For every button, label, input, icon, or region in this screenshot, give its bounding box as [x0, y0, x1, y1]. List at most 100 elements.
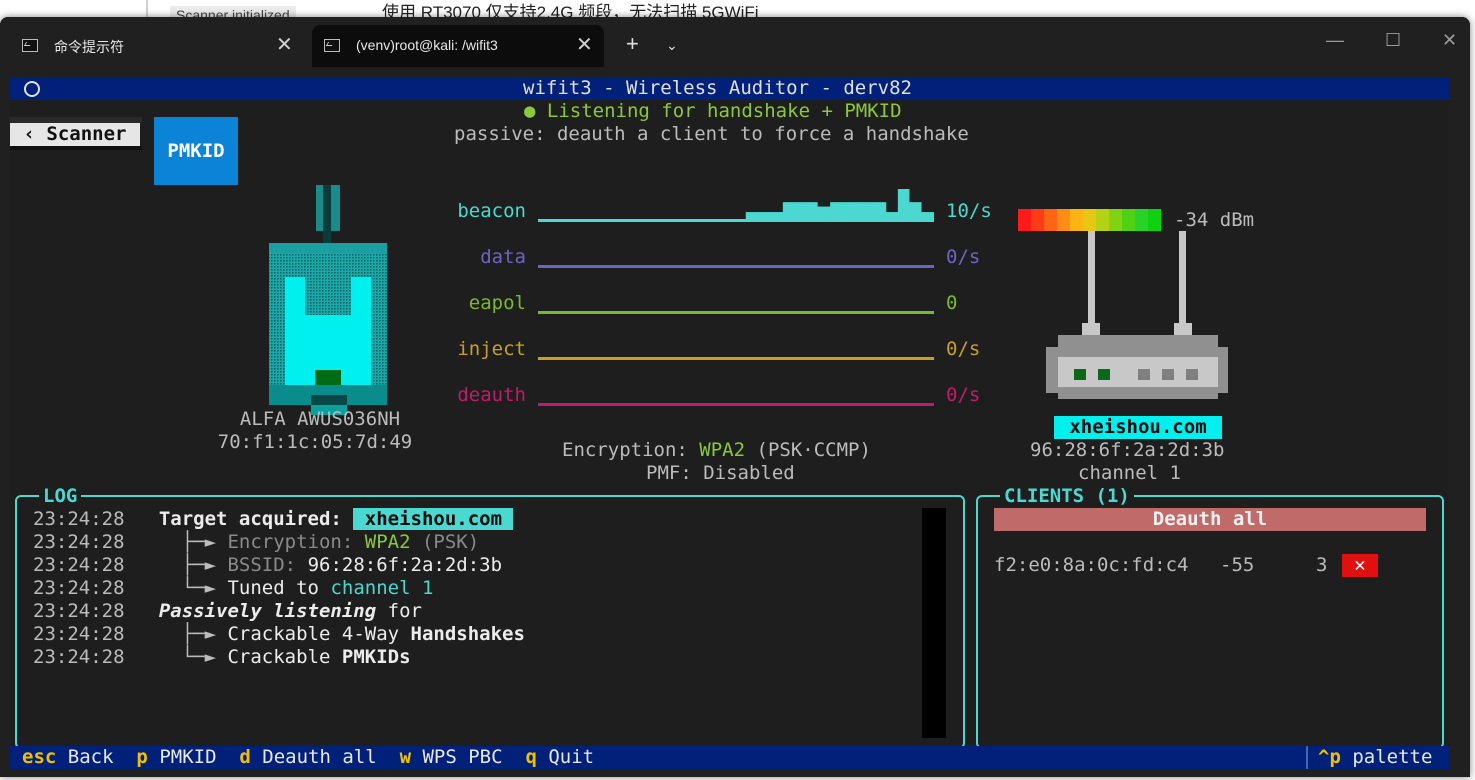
scanner-button-shadow	[10, 146, 142, 150]
log-panel: LOG 23:24:28 Target acquired: xheishou.c…	[15, 485, 965, 749]
target-bssid: 96:28:6f:2a:2d:3b	[1030, 439, 1225, 461]
meter-label-inject: inject	[457, 338, 526, 360]
footer-key: d	[239, 746, 251, 768]
signal-segment	[1018, 209, 1031, 231]
meter-baseline-deauth	[538, 403, 934, 406]
client-signal: -55	[1220, 554, 1255, 576]
app-title: wifit3 - Wireless Auditor - derv82	[523, 77, 912, 99]
app-header: wifit3 - Wireless Auditor - derv82	[10, 77, 1450, 100]
footer-shortcut-d[interactable]: d Deauth all	[239, 746, 376, 768]
log-text: └─►	[158, 577, 228, 599]
router-icon	[1046, 231, 1228, 399]
log-text: Tuned to	[227, 577, 331, 599]
log-text: Target acquired:	[158, 508, 354, 530]
clients-panel-title: CLIENTS (1)	[1000, 485, 1134, 508]
tab-close-icon[interactable]: ✕	[576, 32, 593, 58]
tab-dropdown-button[interactable]: ⌄	[666, 33, 678, 57]
log-timestamp: 23:24:28	[33, 508, 159, 530]
log-timestamp: 23:24:28	[33, 646, 159, 668]
footer-key: p	[136, 746, 148, 768]
palette-key: ^p	[1318, 746, 1341, 768]
adapter-name: ALFA AWUS036NH	[239, 408, 401, 430]
target-channel: channel 1	[1078, 462, 1181, 484]
footer-shortcut-esc[interactable]: esc Back	[22, 746, 114, 768]
signal-segment	[1135, 209, 1148, 231]
footer-shortcut-q[interactable]: q Quit	[525, 746, 594, 768]
tab-label: 命令提示符	[54, 39, 124, 55]
log-text: WPA2	[364, 531, 411, 553]
signal-segment	[1148, 209, 1161, 231]
signal-segment	[1031, 209, 1044, 231]
deauth-all-button[interactable]: Deauth all	[994, 508, 1426, 531]
terminal-icon	[22, 39, 38, 52]
log-text: PMKIDs	[341, 646, 411, 668]
background-window-divider	[146, 0, 148, 18]
footer-shortcut-p[interactable]: p PMKID	[136, 746, 216, 768]
usb-adapter-icon	[269, 185, 387, 415]
signal-segment	[1044, 209, 1057, 231]
adapter-mac: 70:f1:1c:05:7d:49	[217, 431, 413, 453]
palette-label: palette	[1352, 746, 1433, 768]
title-bar: 命令提示符 ✕ (venv)root@kali: /wifit3 ✕ + ⌄ —…	[0, 17, 1470, 67]
footer-key: q	[525, 746, 537, 768]
log-timestamp: 23:24:28	[33, 600, 159, 622]
encryption-detail: (PSK·CCMP)	[756, 439, 871, 461]
log-text: └─►	[158, 646, 228, 668]
log-timestamp: 23:24:28	[33, 577, 159, 599]
footer-keybar: esc Back p PMKID d Deauth all w WPS PBC …	[10, 746, 1450, 769]
new-tab-button[interactable]: +	[626, 31, 639, 57]
palette-shortcut[interactable]: ^p palette	[1318, 746, 1432, 769]
terminal-icon	[324, 39, 340, 52]
footer-label: Deauth all	[250, 746, 377, 768]
pmkid-button[interactable]: PMKID	[154, 117, 238, 185]
log-line: 23:24:28 └─► Crackable PMKIDs	[33, 646, 411, 669]
log-text: channel 1	[330, 577, 434, 599]
footer-keys: esc Back p PMKID d Deauth all w WPS PBC …	[22, 746, 594, 769]
meter-label-deauth: deauth	[457, 384, 526, 406]
signal-segment	[1070, 209, 1083, 231]
target-ssid-badge: xheishou.com	[1054, 416, 1222, 439]
meter-value-data: 0/s	[946, 246, 981, 268]
scanner-back-button[interactable]: ‹ Scanner	[10, 123, 140, 146]
log-text: ├─►	[158, 554, 228, 576]
log-line: 23:24:28 ├─► BSSID: 96:28:6f:2a:2d:3b	[33, 554, 502, 577]
meter-baseline-eapol	[538, 311, 934, 314]
log-text: BSSID:	[227, 554, 308, 576]
encryption-line: Encryption: WPA2 (PSK·CCMP)	[562, 439, 871, 462]
terminal-window: 命令提示符 ✕ (venv)root@kali: /wifit3 ✕ + ⌄ —…	[0, 17, 1470, 777]
minimize-button[interactable]: —	[1326, 27, 1344, 53]
signal-segment	[1122, 209, 1135, 231]
log-line: 23:24:28 ├─► Crackable 4-Way Handshakes	[33, 623, 525, 646]
tab-cmd[interactable]: 命令提示符 ✕	[10, 25, 302, 67]
window-close-button[interactable]: ✕	[1442, 27, 1457, 53]
client-deauth-close-icon[interactable]: ✕	[1342, 554, 1378, 577]
log-text: for	[376, 600, 422, 622]
maximize-button[interactable]: ☐	[1385, 27, 1401, 53]
log-text: Handshakes	[410, 623, 525, 645]
encryption-value: WPA2	[699, 439, 746, 461]
log-scrollbar[interactable]	[922, 508, 946, 738]
footer-key: esc	[22, 746, 57, 768]
log-text: Passively listening	[158, 600, 377, 622]
footer-label: PMKID	[147, 746, 217, 768]
meter-value-beacon: 10/s	[946, 200, 992, 222]
meter-baseline-inject	[538, 357, 934, 360]
status-dot-icon: ●	[524, 100, 536, 122]
log-timestamp: 23:24:28	[33, 623, 159, 645]
clients-panel: CLIENTS (1) Deauth all f2:e0:8a:0c:fd:c4…	[976, 485, 1444, 749]
log-line: 23:24:28 Target acquired: xheishou.com	[33, 508, 514, 531]
footer-key: w	[399, 746, 412, 768]
tab-close-icon[interactable]: ✕	[276, 32, 293, 58]
meter-label-eapol: eapol	[468, 292, 526, 314]
meter-label-beacon: beacon	[457, 200, 526, 222]
footer-label: Back	[56, 746, 114, 768]
signal-segment	[1057, 209, 1070, 231]
log-text: ├─►	[158, 531, 228, 553]
signal-segment	[1109, 209, 1122, 231]
meter-label-data: data	[480, 246, 526, 268]
beacon-sparkline	[745, 189, 934, 222]
footer-shortcut-w[interactable]: w WPS PBC	[400, 746, 503, 768]
tab-kali[interactable]: (venv)root@kali: /wifit3 ✕	[312, 25, 604, 67]
status-text: Listening for handshake + PMKID	[546, 100, 902, 122]
footer-divider	[1306, 746, 1308, 769]
